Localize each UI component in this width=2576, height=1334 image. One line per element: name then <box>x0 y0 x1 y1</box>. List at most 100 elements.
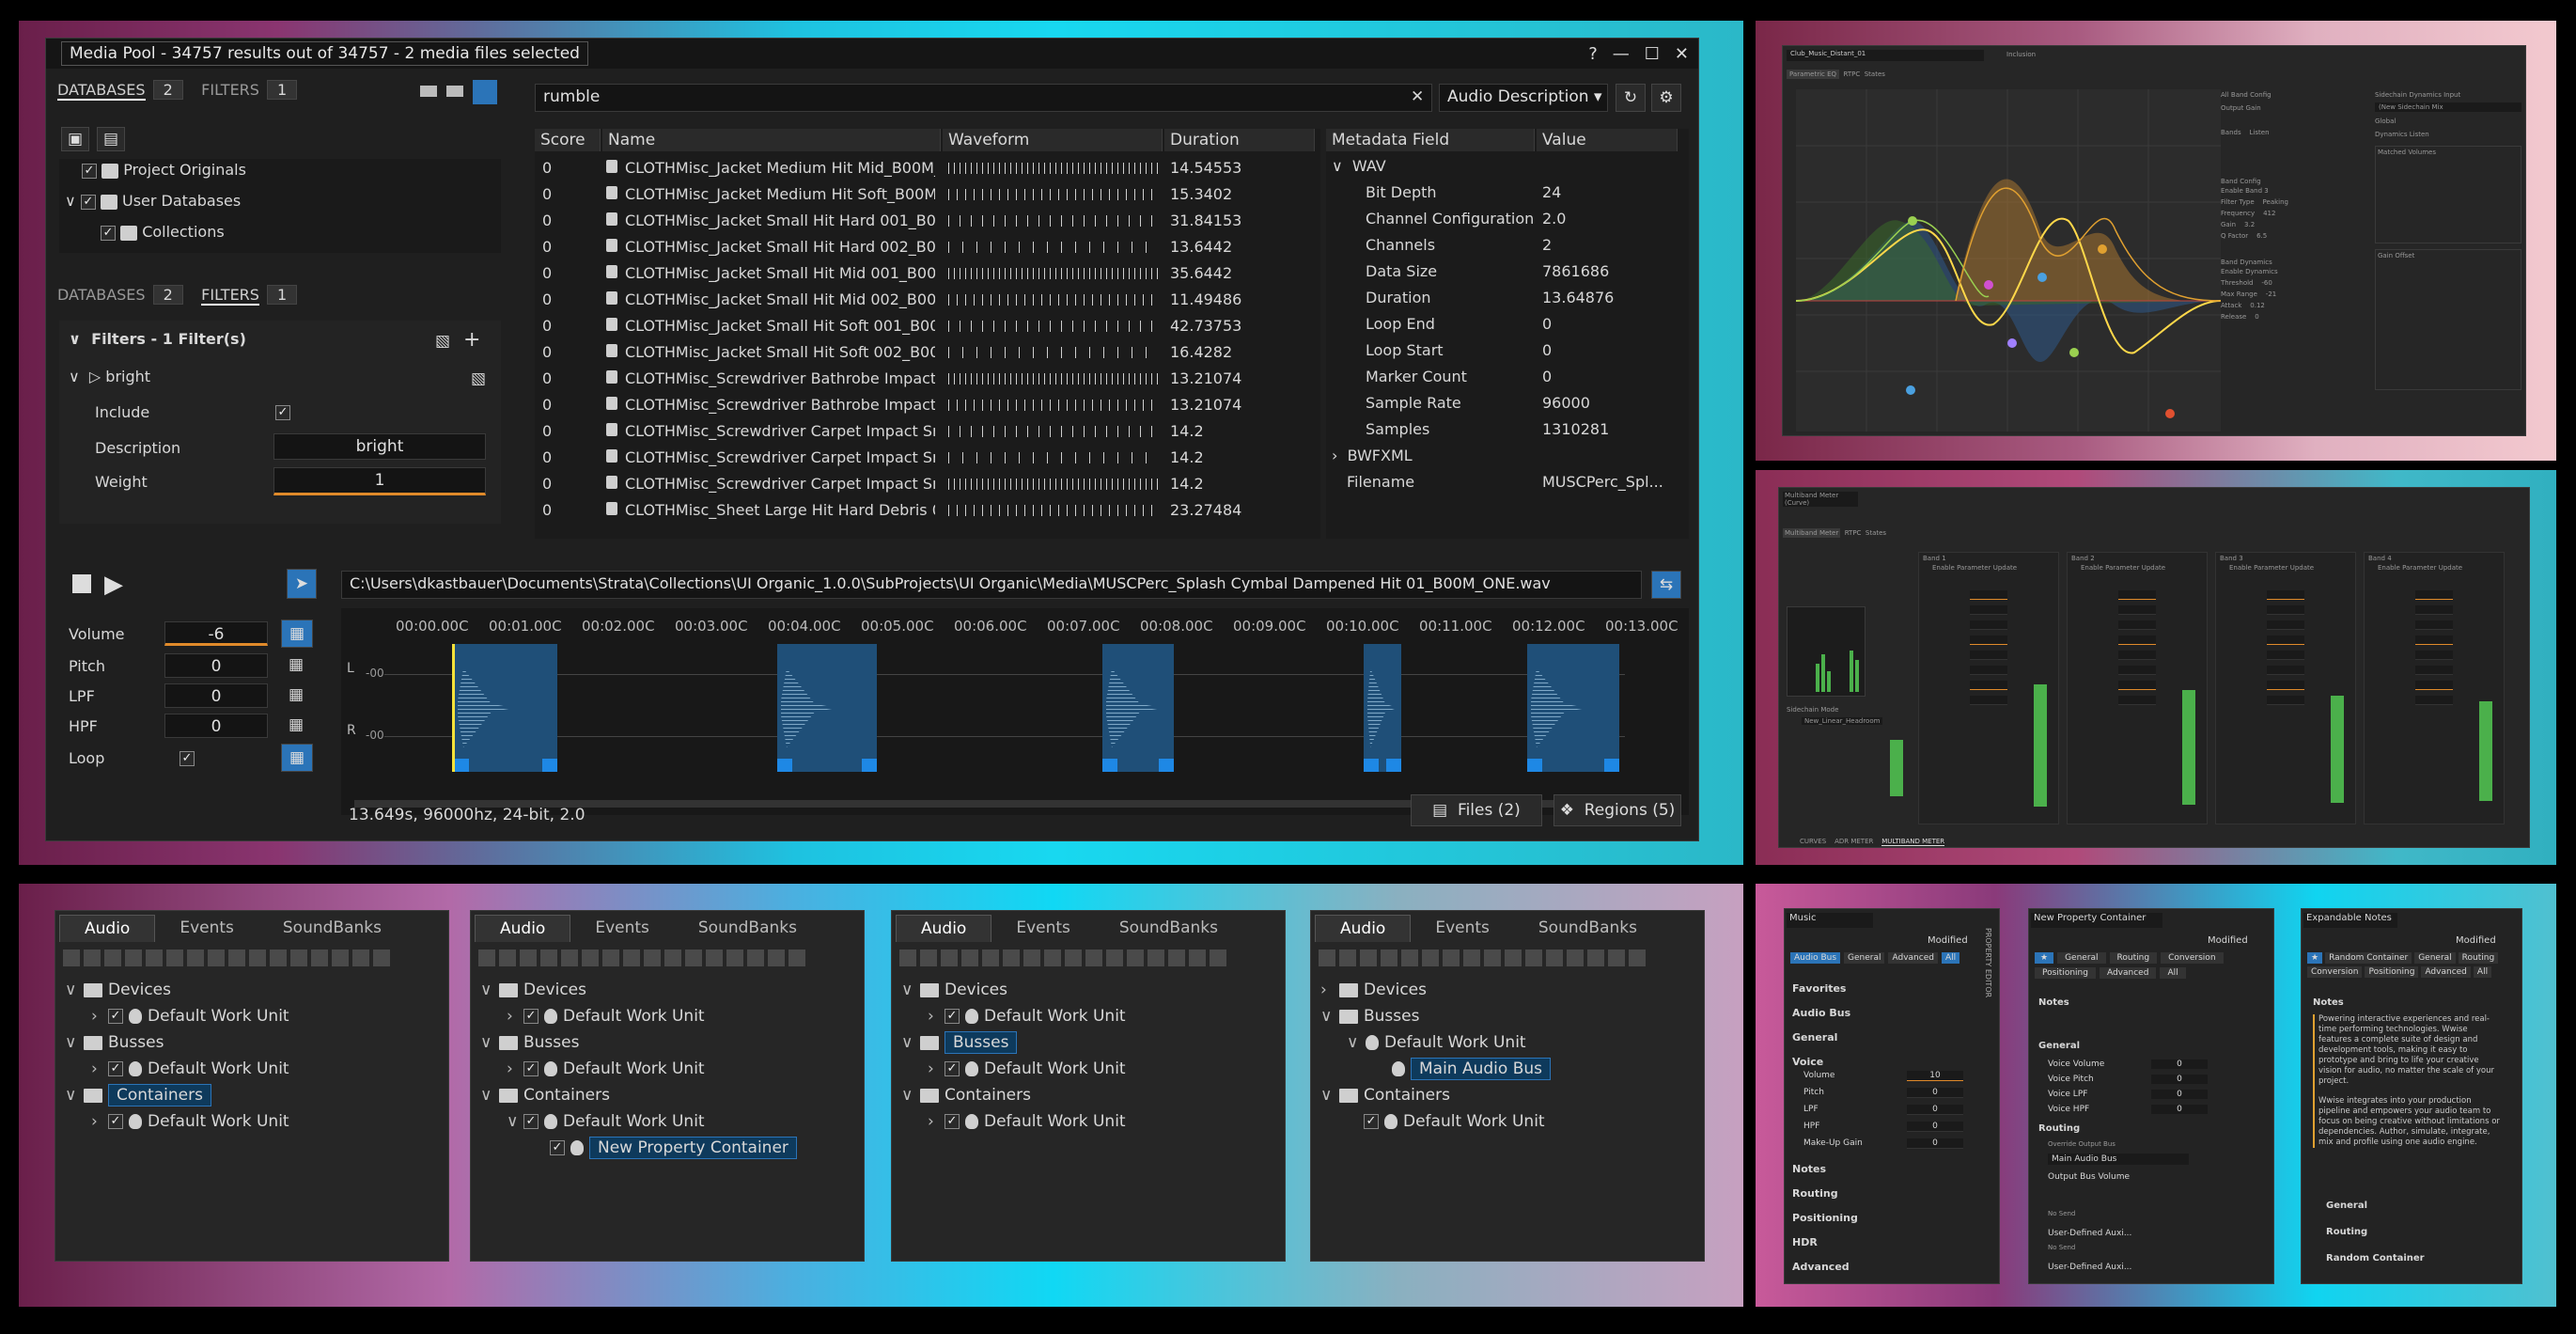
toolbar-icon[interactable] <box>561 949 578 966</box>
toolbar-icon[interactable] <box>1608 949 1625 966</box>
mbm-param-field[interactable] <box>2267 651 2304 660</box>
pe1-title[interactable]: Music <box>1787 913 1873 928</box>
toolbar-icon[interactable] <box>187 949 204 966</box>
weight-slider[interactable]: 1 <box>273 467 486 495</box>
pe2-section-routing[interactable]: Routing <box>2038 1123 2080 1134</box>
param-hpf-field[interactable]: 0 <box>164 714 268 738</box>
eq-scope[interactable]: Global <box>2375 118 2521 125</box>
toolbar-icon[interactable] <box>747 949 764 966</box>
mbm-param-field[interactable] <box>2267 666 2304 675</box>
mbm-tab-curves[interactable]: CURVES <box>1800 838 1826 845</box>
filters-tab-2[interactable]: FILTERS <box>201 286 259 306</box>
mbm-param-field[interactable] <box>1970 605 2007 615</box>
toolbar-icon[interactable] <box>1127 949 1144 966</box>
pe2-output-bus[interactable]: Main Audio Bus <box>2048 1154 2189 1165</box>
toolbar-icon[interactable] <box>249 949 266 966</box>
toolbar-icon[interactable] <box>125 949 142 966</box>
include-checkbox[interactable]: ✓ <box>108 1009 123 1024</box>
explorer-tab-audio[interactable]: Audio <box>1315 915 1412 942</box>
toolbar-icon[interactable] <box>1360 949 1377 966</box>
mbm-param-field[interactable] <box>1970 636 2007 645</box>
toolbar-icon[interactable] <box>1443 949 1460 966</box>
eq-output-gain[interactable]: Output Gain <box>2221 104 2362 112</box>
detail-view-icon[interactable] <box>473 80 497 104</box>
chevron-down-icon[interactable]: ∨ <box>507 1112 520 1131</box>
chevron-down-icon[interactable]: ∨ <box>480 1086 493 1105</box>
pe3-tab-conversion[interactable]: Conversion <box>2307 966 2363 978</box>
pe3-tab-general[interactable]: General <box>2414 952 2456 964</box>
clear-search-icon[interactable]: ✕ <box>1411 87 1424 106</box>
toolbar-icon[interactable] <box>961 949 978 966</box>
eq-band-handle-6[interactable] <box>2069 348 2079 357</box>
chevron-right-icon[interactable]: › <box>91 1059 104 1078</box>
databases-tab-2[interactable]: DATABASES <box>57 286 146 304</box>
tree-row[interactable]: ∨ Containers <box>901 1086 1031 1110</box>
result-row[interactable]: 0 CLOTHMisc_Screwdriver Carpet Impact Sma… <box>535 445 1320 471</box>
toolbar-icon[interactable] <box>582 949 599 966</box>
audio-region[interactable] <box>1364 644 1401 772</box>
mbm-param-field[interactable] <box>1970 651 2007 660</box>
eq-attack[interactable]: 0.12 <box>2250 302 2265 309</box>
toolbar-icon[interactable] <box>1546 949 1563 966</box>
tree-item-user-databases[interactable]: ∨ ✓ User Databases <box>65 192 501 218</box>
pe1-voice-field[interactable]: 0 <box>1907 1122 1963 1132</box>
pe1-section-routing[interactable]: Routing <box>1792 1182 1858 1206</box>
meta-group-bwfxml[interactable]: › BWFXML <box>1332 447 1689 473</box>
pe2-section-general[interactable]: General <box>2038 1041 2080 1051</box>
toolbar-icon[interactable] <box>1567 949 1584 966</box>
filter-item[interactable]: ∨ ▷ bright <box>69 368 501 394</box>
toolbar-icon[interactable] <box>311 949 328 966</box>
toolbar-icon[interactable] <box>1463 949 1480 966</box>
pe1-section-notes[interactable]: Notes <box>1792 1157 1858 1182</box>
region-handle-left[interactable] <box>1364 759 1379 772</box>
eq-tab-rtpc[interactable]: RTPC <box>1844 71 1861 78</box>
result-row[interactable]: 0 CLOTHMisc_Screwdriver Bathrobe Impact S… <box>535 366 1320 392</box>
toolbar-icon[interactable] <box>520 949 537 966</box>
region-handle-left[interactable] <box>777 759 792 772</box>
pe1-modified[interactable]: Modified <box>1928 935 1968 946</box>
eq-filter-type[interactable]: Peaking <box>2263 198 2288 206</box>
result-row[interactable]: 0 CLOTHMisc_Jacket Small Hit Hard 002_B00… <box>535 234 1320 260</box>
toolbar-icon[interactable] <box>478 949 495 966</box>
pe1-voice-field[interactable]: 0 <box>1907 1105 1963 1115</box>
split-view-icon[interactable] <box>446 86 463 97</box>
pe3-tab-positioning[interactable]: Positioning <box>2365 966 2419 978</box>
result-row[interactable]: 0 CLOTHMisc_Jacket Small Hit Mid 002_B00M… <box>535 287 1320 313</box>
chevron-down-icon[interactable]: ∨ <box>901 1033 914 1052</box>
toolbar-icon[interactable] <box>899 949 916 966</box>
toolbar-icon[interactable] <box>1484 949 1501 966</box>
region-handle-right[interactable] <box>862 759 877 772</box>
chevron-down-icon[interactable]: ∨ <box>1320 1007 1334 1026</box>
toolbar-icon[interactable] <box>726 949 743 966</box>
chevron-down-icon[interactable]: ∨ <box>65 981 78 999</box>
help-icon[interactable]: ? <box>1588 44 1598 64</box>
pe1-voice-field[interactable]: 0 <box>1907 1138 1963 1149</box>
toolbar-icon[interactable] <box>788 949 805 966</box>
chevron-down-icon[interactable]: ∨ <box>480 981 493 999</box>
mbm-param-field[interactable] <box>2415 666 2453 675</box>
include-checkbox[interactable]: ✓ <box>108 1061 123 1076</box>
pe2-tab-conversion[interactable]: Conversion <box>2161 952 2224 964</box>
explorer-tab-audio[interactable]: Audio <box>59 915 156 942</box>
result-row[interactable]: 0 CLOTHMisc_Jacket Small Hit Soft 001_B00… <box>535 313 1320 339</box>
toolbar-icon[interactable] <box>1587 949 1604 966</box>
meta-group-wav[interactable]: ∨ WAV <box>1332 157 1689 183</box>
eq-enable-dynamics[interactable]: Enable Dynamics <box>2221 268 2362 275</box>
minimize-icon[interactable]: — <box>1613 44 1630 64</box>
audio-region[interactable] <box>454 644 557 772</box>
pe2-tab-positioning[interactable]: Positioning <box>2035 967 2096 979</box>
toolbar-icon[interactable] <box>146 949 163 966</box>
lpf-link-icon[interactable]: ▦ <box>289 685 304 704</box>
col-waveform[interactable]: Waveform <box>943 129 1163 151</box>
mbm-param-field[interactable] <box>2415 636 2453 645</box>
tree-row[interactable]: ∨ Default Work Unit <box>1347 1033 1526 1058</box>
toolbar-icon[interactable] <box>1023 949 1040 966</box>
chevron-right-icon[interactable]: › <box>507 1059 520 1078</box>
chevron-down-icon[interactable]: ∨ <box>1320 1086 1334 1105</box>
mbm-param-field[interactable] <box>2267 620 2304 630</box>
mbm-param-field[interactable] <box>2415 590 2453 600</box>
mbm-param-field[interactable] <box>1970 696 2007 705</box>
explorer-tab-soundbanks[interactable]: SoundBanks <box>674 915 821 942</box>
tree-row[interactable]: › ✓ Default Work Unit <box>928 1112 1126 1137</box>
pe2-row-field[interactable]: 0 <box>2151 1075 2208 1084</box>
